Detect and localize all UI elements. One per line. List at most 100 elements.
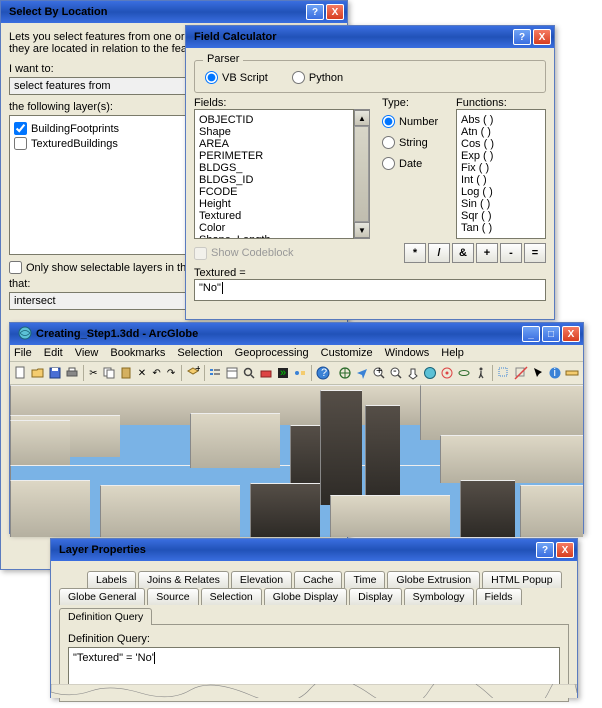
tab[interactable]: Fields xyxy=(476,588,522,605)
paste-icon[interactable] xyxy=(118,364,134,382)
maximize-button[interactable]: □ xyxy=(542,326,560,342)
select-icon[interactable] xyxy=(496,364,512,382)
walk-icon[interactable] xyxy=(473,364,489,382)
tab[interactable]: Definition Query xyxy=(59,608,152,625)
tab[interactable]: Source xyxy=(147,588,198,605)
help-button[interactable]: ? xyxy=(306,4,324,20)
menu-item[interactable]: Edit xyxy=(44,347,63,359)
type-number[interactable]: Number xyxy=(382,115,444,128)
tab[interactable]: Symbology xyxy=(404,588,474,605)
search-icon[interactable] xyxy=(241,364,257,382)
function-item[interactable]: Fix ( ) xyxy=(461,162,541,174)
op-button[interactable]: - xyxy=(500,243,522,263)
pan-icon[interactable] xyxy=(405,364,421,382)
menu-item[interactable]: Windows xyxy=(385,347,430,359)
fly-icon[interactable] xyxy=(354,364,370,382)
cut-icon[interactable]: ✂ xyxy=(87,364,101,382)
globe-viewport[interactable] xyxy=(10,385,583,537)
field-item[interactable]: FCODE xyxy=(199,186,349,198)
zoom-out-icon[interactable]: - xyxy=(388,364,404,382)
field-item[interactable]: Shape_Length xyxy=(199,234,349,239)
tab[interactable]: HTML Popup xyxy=(482,571,561,588)
navigate-icon[interactable] xyxy=(337,364,353,382)
full-extent-icon[interactable] xyxy=(422,364,438,382)
fields-list[interactable]: OBJECTIDShapeAREAPERIMETERBLDGS_BLDGS_ID… xyxy=(194,109,354,239)
scroll-thumb[interactable] xyxy=(354,126,369,222)
field-item[interactable]: Textured xyxy=(199,210,349,222)
functions-list[interactable]: Abs ( )Atn ( )Cos ( )Exp ( )Fix ( )Int (… xyxy=(456,109,546,239)
tab[interactable]: Globe Display xyxy=(264,588,347,605)
function-item[interactable]: Tan ( ) xyxy=(461,222,541,234)
function-item[interactable]: Abs ( ) xyxy=(461,114,541,126)
close-button[interactable]: X xyxy=(562,326,580,342)
tab[interactable]: Joins & Relates xyxy=(138,571,229,588)
save-icon[interactable] xyxy=(47,364,63,382)
tab[interactable]: Labels xyxy=(87,571,136,588)
op-button[interactable]: & xyxy=(452,243,474,263)
tab[interactable]: Globe General xyxy=(59,588,145,605)
print-icon[interactable] xyxy=(64,364,80,382)
field-item[interactable]: AREA xyxy=(199,138,349,150)
close-button[interactable]: X xyxy=(326,4,344,20)
op-button[interactable]: * xyxy=(404,243,426,263)
menu-item[interactable]: Help xyxy=(441,347,464,359)
function-item[interactable]: Sqr ( ) xyxy=(461,210,541,222)
help-button[interactable]: ? xyxy=(513,29,531,45)
field-item[interactable]: Height xyxy=(199,198,349,210)
op-button[interactable]: / xyxy=(428,243,450,263)
menu-item[interactable]: Bookmarks xyxy=(110,347,165,359)
toolbar[interactable]: ✂ ✕ ↶ ↷ + » ? + - i xyxy=(10,362,583,385)
function-item[interactable]: Cos ( ) xyxy=(461,138,541,150)
close-button[interactable]: X xyxy=(533,29,551,45)
menu-item[interactable]: Customize xyxy=(321,347,373,359)
pointer-icon[interactable] xyxy=(530,364,546,382)
field-item[interactable]: BLDGS_ID xyxy=(199,174,349,186)
copy-icon[interactable] xyxy=(101,364,117,382)
identify-icon[interactable]: i xyxy=(547,364,563,382)
catalog-icon[interactable] xyxy=(224,364,240,382)
scroll-down[interactable]: ▼ xyxy=(354,222,370,238)
minimize-button[interactable]: _ xyxy=(522,326,540,342)
layer-checkbox[interactable] xyxy=(14,137,27,150)
menubar[interactable]: FileEditViewBookmarksSelectionGeoprocess… xyxy=(10,345,583,362)
close-button[interactable]: X xyxy=(556,542,574,558)
help-button[interactable]: ? xyxy=(536,542,554,558)
tab[interactable]: Time xyxy=(344,571,385,588)
toc-icon[interactable] xyxy=(207,364,223,382)
function-item[interactable]: Exp ( ) xyxy=(461,150,541,162)
field-item[interactable]: OBJECTID xyxy=(199,114,349,126)
field-item[interactable]: PERIMETER xyxy=(199,150,349,162)
measure-icon[interactable] xyxy=(564,364,580,382)
tab[interactable]: Elevation xyxy=(231,571,292,588)
undo-icon[interactable]: ↶ xyxy=(150,364,164,382)
tab[interactable]: Display xyxy=(349,588,401,605)
python-icon[interactable]: » xyxy=(275,364,291,382)
help-icon[interactable]: ? xyxy=(315,364,331,382)
new-icon[interactable] xyxy=(13,364,29,382)
orbit-icon[interactable] xyxy=(456,364,472,382)
function-item[interactable]: Sin ( ) xyxy=(461,198,541,210)
tab[interactable]: Selection xyxy=(201,588,262,605)
parser-vbscript[interactable]: VB Script xyxy=(205,71,268,84)
target-icon[interactable] xyxy=(439,364,455,382)
add-data-icon[interactable]: + xyxy=(185,364,201,382)
type-string[interactable]: String xyxy=(382,136,444,149)
function-item[interactable]: Int ( ) xyxy=(461,174,541,186)
field-item[interactable]: Shape xyxy=(199,126,349,138)
model-icon[interactable] xyxy=(292,364,308,382)
parser-python[interactable]: Python xyxy=(292,71,343,84)
zoom-in-icon[interactable]: + xyxy=(371,364,387,382)
function-item[interactable]: Log ( ) xyxy=(461,186,541,198)
clear-select-icon[interactable] xyxy=(513,364,529,382)
tab[interactable]: Cache xyxy=(294,571,342,588)
layer-checkbox[interactable] xyxy=(14,122,27,135)
tab[interactable]: Globe Extrusion xyxy=(387,571,480,588)
menu-item[interactable]: View xyxy=(75,347,99,359)
open-icon[interactable] xyxy=(30,364,46,382)
menu-item[interactable]: Selection xyxy=(177,347,222,359)
field-item[interactable]: BLDGS_ xyxy=(199,162,349,174)
menu-item[interactable]: File xyxy=(14,347,32,359)
type-date[interactable]: Date xyxy=(382,157,444,170)
only-selectable-checkbox[interactable] xyxy=(9,261,22,274)
delete-icon[interactable]: ✕ xyxy=(135,364,149,382)
